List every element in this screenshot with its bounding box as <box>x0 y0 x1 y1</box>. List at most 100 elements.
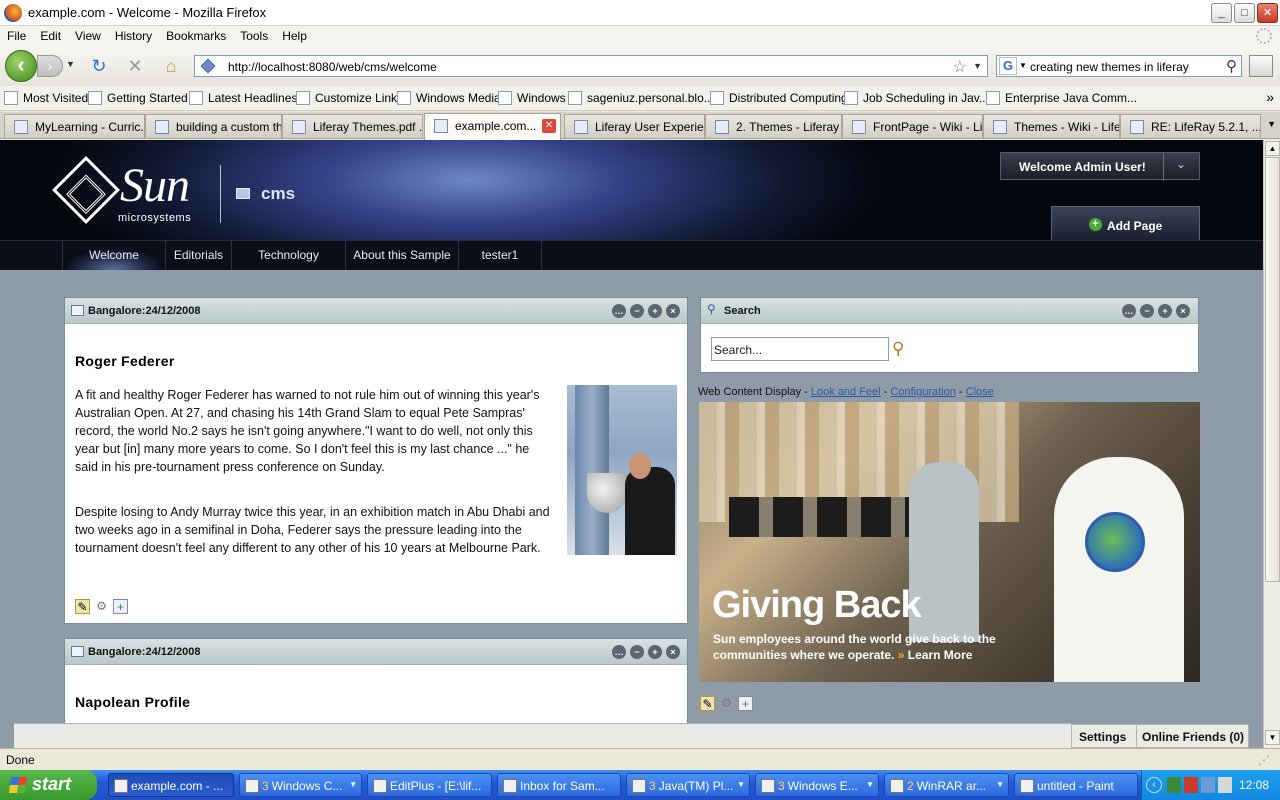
edit-icon[interactable]: ✎ <box>75 599 90 614</box>
bookmark-star-icon[interactable]: ☆ <box>953 57 967 77</box>
home-icon[interactable]: ⌂ <box>160 56 182 76</box>
url-dropdown-icon[interactable]: ▼ <box>973 61 982 71</box>
maximize-button[interactable]: □ <box>1234 3 1255 23</box>
configuration-gear-icon[interactable]: ⚙ <box>94 599 109 614</box>
search-bar[interactable]: G ▼ creating new themes in liferay ⚲ <box>996 55 1242 77</box>
tab-themes-liferay[interactable]: 2. Themes - Liferay ... <box>705 114 842 138</box>
close-link[interactable]: Close <box>966 386 994 398</box>
resize-grip-icon[interactable]: ⋰ <box>1258 753 1270 767</box>
portlet-close-icon[interactable]: × <box>666 304 680 318</box>
task-firefox[interactable]: example.com - ... <box>108 773 234 797</box>
search-magnifier-icon[interactable]: ⚲ <box>1226 57 1237 75</box>
nav-editorials[interactable]: Editorials <box>166 241 232 270</box>
edit-icon[interactable]: ✎ <box>700 696 715 711</box>
look-and-feel-link[interactable]: Look and Feel <box>811 386 881 398</box>
tab-mylearning[interactable]: MyLearning - Curric... <box>4 114 145 138</box>
scroll-up-icon[interactable]: ▲ <box>1265 141 1280 156</box>
tray-expand-icon[interactable]: ‹ <box>1146 777 1162 793</box>
tab-building-custom-theme[interactable]: building a custom th... <box>145 114 282 138</box>
add-page-button[interactable]: + Add Page <box>1051 206 1200 240</box>
bookmark-item[interactable]: Getting Started <box>88 91 188 105</box>
tray-network-icon[interactable] <box>1201 777 1215 793</box>
task-inbox[interactable]: Inbox for Sam... <box>497 773 621 797</box>
scroll-thumb[interactable] <box>1265 157 1280 582</box>
portlet-minimize-icon[interactable]: − <box>630 645 644 659</box>
portlet-maximize-icon[interactable]: + <box>648 645 662 659</box>
settings-button[interactable]: Settings <box>1079 730 1126 744</box>
menu-edit[interactable]: Edit <box>33 26 68 43</box>
tray-volume-icon[interactable] <box>1218 777 1232 793</box>
add-content-icon[interactable]: + <box>738 696 753 711</box>
bookmarks-overflow-icon[interactable]: » <box>1266 89 1274 105</box>
nav-welcome[interactable]: Welcome <box>62 241 166 270</box>
task-java[interactable]: 3 Java(TM) Pl... ▼ <box>626 773 750 797</box>
task-paint[interactable]: untitled - Paint <box>1014 773 1138 797</box>
giving-back-banner[interactable]: Giving Back Sun employees around the wor… <box>699 402 1200 682</box>
menu-history[interactable]: History <box>108 26 159 43</box>
portlet-close-icon[interactable]: × <box>666 645 680 659</box>
scroll-down-icon[interactable]: ▼ <box>1265 730 1280 745</box>
menu-file[interactable]: File <box>0 26 33 43</box>
toolbar-extension-button[interactable] <box>1249 55 1273 77</box>
task-command-prompt[interactable]: 3 Windows C... ▼ <box>239 773 362 797</box>
bookmark-item[interactable]: sageniuz.personal.blo... <box>568 91 714 105</box>
dock-expand-icon[interactable]: ⌄ <box>1176 157 1186 171</box>
menu-bookmarks[interactable]: Bookmarks <box>159 26 233 43</box>
tray-antivirus-icon[interactable] <box>1184 777 1198 793</box>
portlet-maximize-icon[interactable]: + <box>1158 304 1172 318</box>
portal-search-input[interactable]: Search... <box>711 337 889 361</box>
tab-liferay-themes-pdf[interactable]: Liferay Themes.pdf ... <box>282 114 423 138</box>
tab-frontpage-wiki[interactable]: FrontPage - Wiki - Li... <box>842 114 983 138</box>
back-button[interactable]: ‹ <box>5 50 37 82</box>
tab-themes-wiki[interactable]: Themes - Wiki - Lifer... <box>983 114 1120 138</box>
online-friends-button[interactable]: Online Friends (0) <box>1142 730 1244 744</box>
nav-tester1[interactable]: tester1 <box>459 241 542 270</box>
tab-liferay-user-experience[interactable]: Liferay User Experie... <box>564 114 705 138</box>
close-tab-icon[interactable]: ✕ <box>542 119 556 133</box>
menu-view[interactable]: View <box>68 26 108 43</box>
portlet-options-icon[interactable]: … <box>612 304 626 318</box>
user-dock[interactable]: Welcome Admin User! ⌄ <box>1000 152 1200 181</box>
configuration-link[interactable]: Configuration <box>890 386 955 398</box>
task-editplus[interactable]: EditPlus - [E:\lif... <box>367 773 492 797</box>
tab-example-com[interactable]: example.com... ✕ <box>424 113 561 140</box>
bookmark-item[interactable]: Job Scheduling in Jav... <box>844 91 989 105</box>
vertical-scrollbar[interactable]: ▲ ▼ <box>1263 140 1280 748</box>
menu-tools[interactable]: Tools <box>233 26 275 43</box>
learn-more-link[interactable]: » Learn More <box>898 648 973 662</box>
portlet-maximize-icon[interactable]: + <box>648 304 662 318</box>
bookmark-item[interactable]: Distributed Computing <box>710 91 848 105</box>
tab-re-liferay[interactable]: RE: LifeRay 5.2.1, ... <box>1120 114 1261 138</box>
engine-dropdown-icon[interactable]: ▼ <box>1019 61 1027 70</box>
bookmark-item[interactable]: Windows <box>498 91 566 105</box>
bookmark-item[interactable]: Latest Headlines <box>189 91 297 105</box>
history-dropdown-icon[interactable]: ▼ <box>66 59 75 69</box>
minimize-button[interactable]: _ <box>1211 3 1232 23</box>
task-windows-explorer[interactable]: 3 Windows E... ▼ <box>755 773 879 797</box>
portlet-options-icon[interactable]: … <box>1122 304 1136 318</box>
add-content-icon[interactable]: + <box>113 599 128 614</box>
reload-icon[interactable]: ↻ <box>88 56 110 76</box>
google-engine-icon[interactable]: G <box>999 57 1017 75</box>
bookmark-item[interactable]: Windows Media <box>397 91 501 105</box>
nav-technology[interactable]: Technology <box>232 241 346 270</box>
tab-list-dropdown-icon[interactable]: ▼ <box>1267 119 1276 129</box>
tray-security-icon[interactable] <box>1167 777 1181 793</box>
menu-help[interactable]: Help <box>275 26 314 43</box>
stop-icon[interactable]: ✕ <box>124 56 146 76</box>
forward-button[interactable]: › <box>37 55 63 77</box>
configuration-gear-icon[interactable]: ⚙ <box>719 696 734 711</box>
nav-about-sample[interactable]: About this Sample <box>346 241 459 270</box>
portlet-options-icon[interactable]: … <box>612 645 626 659</box>
task-winrar[interactable]: 2 WinRAR ar... ▼ <box>884 773 1009 797</box>
portlet-minimize-icon[interactable]: − <box>1140 304 1154 318</box>
bookmark-item[interactable]: Most Visited <box>4 91 88 105</box>
search-submit-icon[interactable]: ⚲ <box>892 339 904 359</box>
close-window-button[interactable]: ✕ <box>1257 3 1278 23</box>
bookmark-item[interactable]: Customize Links <box>296 91 403 105</box>
portlet-close-icon[interactable]: × <box>1176 304 1190 318</box>
portlet-minimize-icon[interactable]: − <box>630 304 644 318</box>
bookmark-item[interactable]: Enterprise Java Comm... <box>986 91 1137 105</box>
url-bar[interactable]: http://localhost:8080/web/cms/welcome ☆ … <box>194 55 988 77</box>
start-button[interactable]: start <box>0 770 97 800</box>
